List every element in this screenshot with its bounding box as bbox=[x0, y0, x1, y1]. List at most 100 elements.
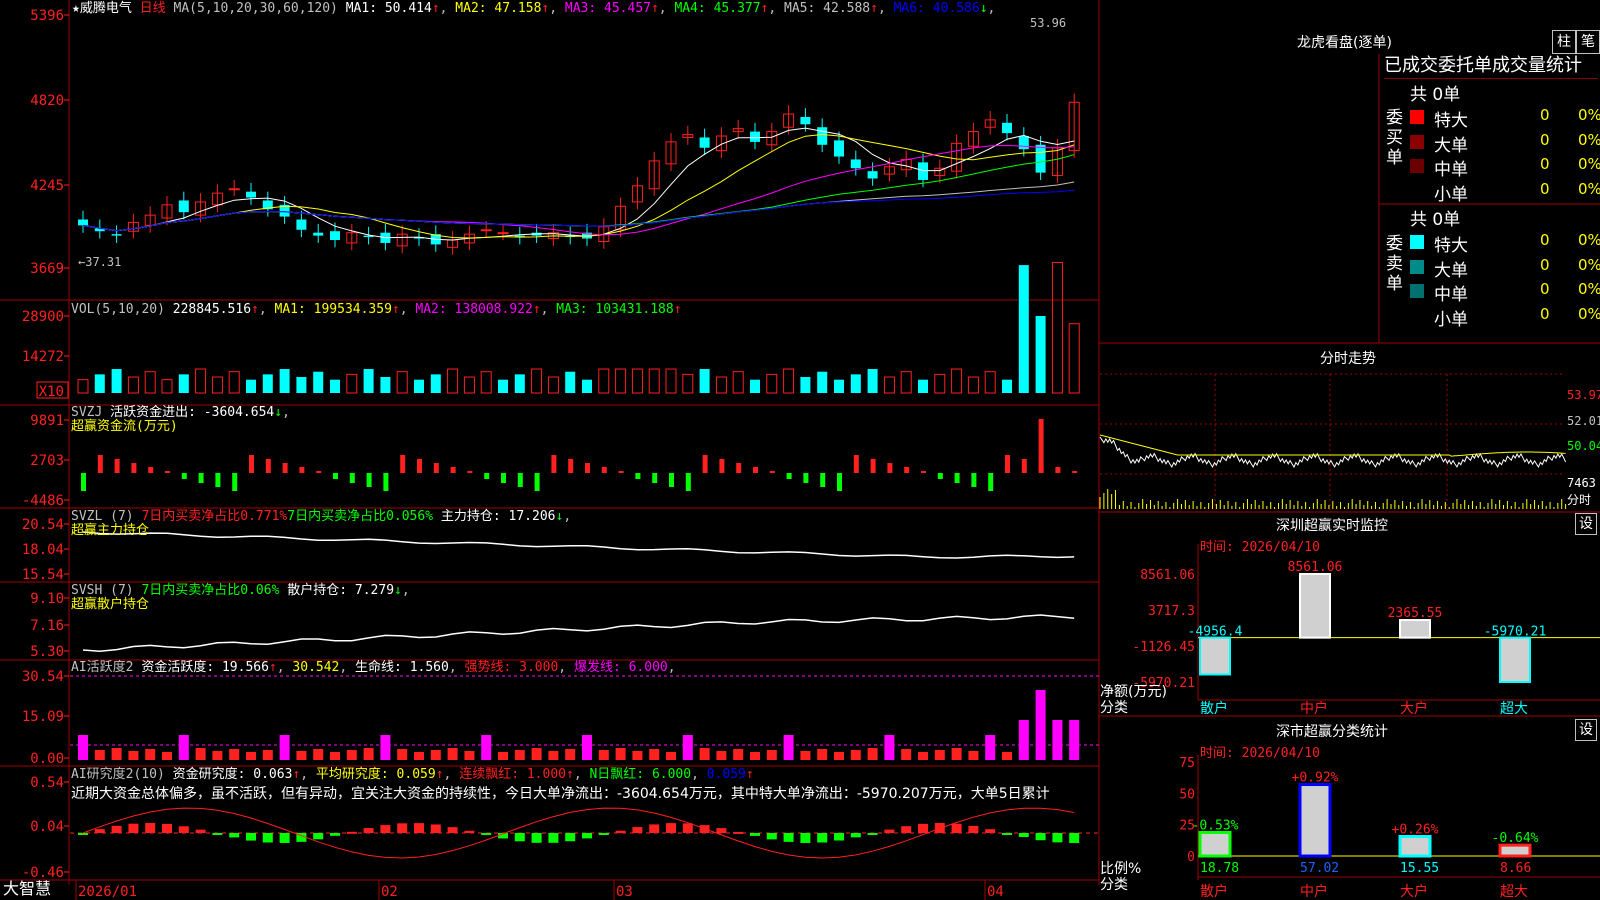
ai2-bar bbox=[649, 824, 660, 833]
kline-chart-area[interactable]: 53964820424536692890014272X1098912703-44… bbox=[0, 0, 1600, 900]
stats-value-label: 18.78 bbox=[1200, 861, 1239, 876]
candle-down[interactable] bbox=[750, 131, 760, 142]
ai1-bar bbox=[145, 749, 156, 760]
ai2-bar bbox=[313, 833, 324, 840]
svzj-bar bbox=[585, 463, 590, 473]
ai1-bar bbox=[178, 735, 189, 760]
ai1-bar bbox=[363, 748, 374, 760]
intraday-price-line bbox=[1099, 436, 1567, 469]
low-marker: ←37.31 bbox=[78, 255, 122, 269]
candle-down[interactable] bbox=[1018, 136, 1029, 150]
ai2-bar bbox=[598, 833, 609, 835]
high-marker: 53.96 bbox=[1030, 16, 1067, 30]
volume-bar bbox=[615, 368, 627, 394]
volume-bar bbox=[447, 368, 459, 394]
volume-bar bbox=[1035, 316, 1046, 393]
intraday-avg-line bbox=[1099, 434, 1566, 457]
stats-ytick: 50 bbox=[1179, 787, 1195, 802]
buy-side-label: 委买单 bbox=[1386, 108, 1403, 168]
tick-mode-button[interactable]: 笔 bbox=[1576, 30, 1600, 54]
ai1-bar bbox=[766, 750, 777, 760]
star-icon[interactable]: ★ bbox=[72, 1, 80, 16]
candle-up[interactable] bbox=[228, 188, 240, 191]
candle-down[interactable] bbox=[918, 162, 928, 180]
candle-down[interactable] bbox=[1002, 122, 1012, 134]
candle-down[interactable] bbox=[834, 140, 844, 157]
svzj-bar bbox=[131, 463, 137, 473]
ai1-bar bbox=[934, 750, 945, 760]
ai2-bar bbox=[750, 833, 760, 836]
ai2-bar bbox=[145, 823, 156, 833]
monitor-category: 散户 bbox=[1200, 700, 1228, 717]
period-label[interactable]: 日线 bbox=[140, 1, 166, 16]
candle-down[interactable] bbox=[330, 231, 340, 241]
candle-down[interactable] bbox=[296, 219, 307, 230]
order-row: 大单 0 0% bbox=[1410, 131, 1600, 156]
dragon-tab[interactable]: 已成交委托单成交量统计 bbox=[1384, 54, 1598, 79]
volume-bar bbox=[867, 369, 878, 393]
svzj-bar bbox=[954, 473, 960, 483]
ai1-tick: 15.09 bbox=[22, 709, 64, 725]
intraday-chart[interactable]: 53.97 52.01 50.04 7463 分时 bbox=[1099, 373, 1600, 510]
ai2-tick: 0.54 bbox=[30, 775, 64, 791]
ai2-bar bbox=[834, 833, 844, 841]
candle-down[interactable] bbox=[1035, 144, 1046, 173]
ai2-bar bbox=[380, 825, 391, 833]
candle-down[interactable] bbox=[699, 137, 710, 148]
svzj-bar bbox=[921, 471, 926, 473]
stats-title: 深市超赢分类统计 bbox=[1276, 724, 1388, 740]
price-candles[interactable] bbox=[78, 93, 1080, 255]
ai1-bar bbox=[195, 748, 206, 760]
order-swatch bbox=[1410, 184, 1424, 198]
candle-down[interactable] bbox=[246, 191, 256, 198]
candle-down[interactable] bbox=[867, 171, 878, 179]
monitor-bar-chart: 8561.06 3717.3 -1126.45 -5970.21 -4956.4 散户 85… bbox=[1132, 544, 1600, 717]
candle-down[interactable] bbox=[78, 219, 88, 226]
stats-value-label: 8.66 bbox=[1500, 861, 1531, 876]
svzj-bar bbox=[887, 463, 893, 473]
ma-line-6 bbox=[82, 189, 1075, 232]
ai1-bar bbox=[733, 749, 744, 760]
volume-bar bbox=[480, 371, 492, 394]
ai2-bar bbox=[195, 829, 206, 833]
ai1-bar bbox=[582, 735, 592, 760]
candle-down[interactable] bbox=[178, 200, 189, 213]
candle-down[interactable] bbox=[817, 127, 828, 145]
ai1-bar bbox=[716, 751, 727, 760]
svzj-bar bbox=[870, 459, 876, 473]
monitor-settings-button[interactable]: 设 bbox=[1575, 513, 1597, 535]
ai1-tick: 0.00 bbox=[30, 751, 64, 767]
ai2-bar bbox=[766, 833, 777, 840]
ai1-bar bbox=[414, 752, 424, 760]
ai-comment: 近期大资金总体偏多，虽不活跃，但有异动，宜关注大资金的持续性，今日大单净流出：-… bbox=[71, 786, 1050, 802]
ai1-bar bbox=[901, 749, 912, 760]
volume-bar bbox=[211, 376, 223, 394]
volume-bar bbox=[111, 369, 122, 393]
ai1-bar bbox=[330, 752, 340, 760]
volume-bar bbox=[1051, 261, 1063, 394]
order-swatch bbox=[1410, 309, 1424, 323]
svzj-bar bbox=[501, 473, 506, 483]
bar-mode-button[interactable]: 柱 bbox=[1552, 30, 1576, 54]
volume-bar bbox=[127, 376, 139, 394]
candle-down[interactable] bbox=[313, 232, 324, 236]
stats-category: 中户 bbox=[1300, 883, 1328, 900]
candle-down[interactable] bbox=[111, 234, 122, 236]
ai2-bar bbox=[951, 823, 962, 833]
candle-up[interactable] bbox=[480, 229, 492, 232]
monitor-value-label: 2365.55 bbox=[1388, 606, 1443, 621]
stats-ytick: 0 bbox=[1187, 850, 1195, 865]
candle-up[interactable] bbox=[497, 232, 509, 235]
ai2-bar bbox=[800, 833, 811, 843]
svzj-bar bbox=[753, 467, 758, 473]
ai2-header: AI研究度2(10) 资金研究度: 0.063↑, 平均研究度: 0.059↑,… bbox=[71, 767, 754, 782]
order-swatch bbox=[1410, 134, 1424, 149]
candle-down[interactable] bbox=[850, 159, 861, 169]
intraday-title[interactable]: 分时走势 bbox=[1320, 348, 1376, 368]
stats-settings-button[interactable]: 设 bbox=[1575, 719, 1597, 741]
svzj-bar bbox=[383, 473, 389, 491]
svzj-bar bbox=[736, 463, 742, 473]
stats-value-label: 57.02 bbox=[1300, 861, 1339, 876]
candle-down[interactable] bbox=[800, 116, 811, 125]
stock-name: 威腾电气 bbox=[79, 1, 132, 16]
